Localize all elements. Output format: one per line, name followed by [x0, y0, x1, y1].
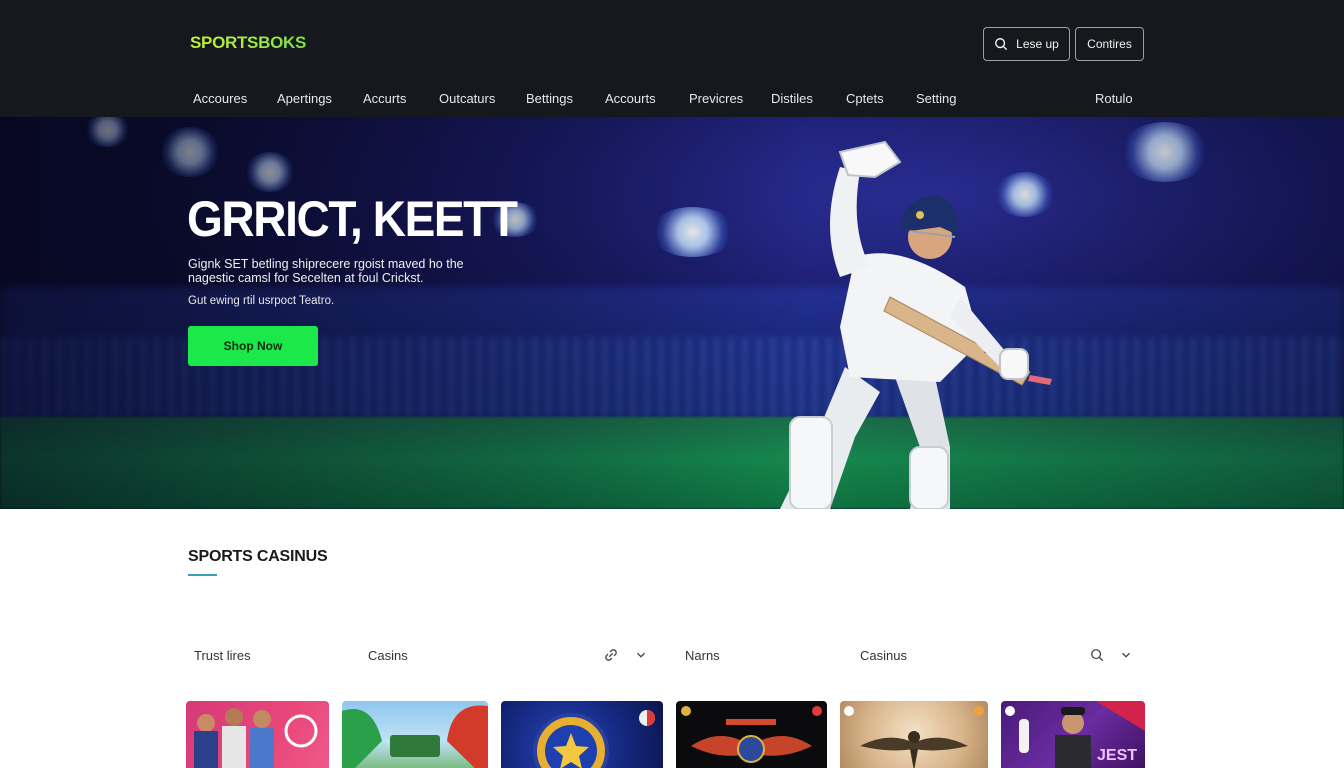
- game-card[interactable]: [840, 701, 988, 768]
- top-header: SPORTSBOKS Lese up Contires Accoures Ape…: [0, 0, 1344, 117]
- hero-vignette: [0, 117, 1344, 509]
- continue-label: Contires: [1087, 37, 1132, 51]
- game-card[interactable]: JEST: [1001, 701, 1145, 768]
- nav-item-9[interactable]: Cptets: [846, 91, 884, 106]
- link-icon[interactable]: [604, 648, 618, 662]
- hero-title: GRRICT, KEETT: [187, 191, 518, 247]
- card-artwork: [844, 706, 984, 768]
- nav-item-6[interactable]: Accourts: [605, 91, 656, 106]
- card-artwork: [194, 708, 318, 768]
- nav-item-1[interactable]: Accoures: [193, 91, 247, 106]
- cricket-player-image: [780, 140, 1052, 509]
- chevron-down-icon[interactable]: [634, 648, 648, 662]
- nav-item-3[interactable]: Accurts: [363, 91, 406, 106]
- filter-casinus[interactable]: Casinus: [860, 648, 907, 663]
- site-logo[interactable]: SPORTSBOKS: [190, 33, 306, 53]
- search-icon: [995, 38, 1008, 51]
- login-button[interactable]: Lese up: [983, 27, 1070, 61]
- hero-note: Gut ewing rtil usrpoct Teatro.: [188, 295, 335, 307]
- game-card[interactable]: [501, 701, 663, 768]
- nav-item-2[interactable]: Apertings: [277, 91, 332, 106]
- shop-now-button[interactable]: Shop Now: [188, 326, 318, 366]
- card-label: JEST: [1097, 747, 1138, 764]
- hero-banner: GRRICT, KEETT Gignk SET betling shiprece…: [0, 117, 1344, 509]
- main-nav: Accoures Apertings Accurts Outcaturs Bet…: [0, 80, 1344, 116]
- card-artwork: [533, 710, 655, 768]
- section-underline: [188, 574, 217, 576]
- filter-casins[interactable]: Casins: [368, 648, 408, 663]
- section-title: SPORTS CASINUS: [188, 548, 328, 565]
- filter-narns[interactable]: Narns: [685, 648, 720, 663]
- nav-item-10[interactable]: Setting: [916, 91, 956, 106]
- card-artwork: [681, 706, 822, 763]
- game-card[interactable]: [676, 701, 827, 768]
- nav-item-right[interactable]: Rotulo: [1095, 91, 1133, 106]
- chevron-down-icon[interactable]: [1119, 648, 1133, 662]
- nav-item-8[interactable]: Distiles: [771, 91, 813, 106]
- hero-subtitle: Gignk SET betling shiprecere rgoist mave…: [188, 257, 464, 285]
- nav-item-5[interactable]: Bettings: [526, 91, 573, 106]
- login-label: Lese up: [1016, 37, 1059, 51]
- game-card[interactable]: [186, 701, 329, 768]
- nav-item-4[interactable]: Outcaturs: [439, 91, 495, 106]
- game-card[interactable]: [342, 701, 488, 768]
- nav-item-7[interactable]: Previcres: [689, 91, 743, 106]
- filter-trust-lires[interactable]: Trust lires: [194, 648, 251, 663]
- continue-button[interactable]: Contires: [1075, 27, 1144, 61]
- search-icon[interactable]: [1090, 648, 1104, 662]
- card-artwork: [342, 705, 488, 768]
